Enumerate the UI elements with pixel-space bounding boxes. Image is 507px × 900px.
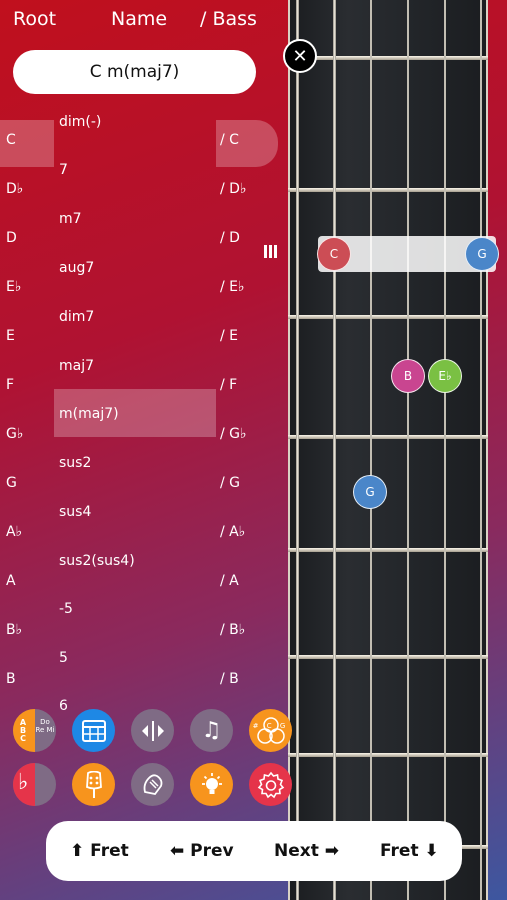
chord-name-item[interactable]: 7	[54, 162, 218, 178]
bass-item[interactable]: / D♭	[216, 181, 280, 197]
guitar-string	[333, 0, 336, 900]
bass-item[interactable]: / E	[216, 328, 280, 344]
chord-display-field[interactable]: C m(maj7)	[13, 50, 256, 94]
mirror-flip-button[interactable]	[131, 709, 174, 752]
root-column-header: Root	[13, 8, 57, 30]
root-item[interactable]: E♭	[0, 279, 56, 295]
next-button[interactable]: Next ➡	[274, 821, 339, 881]
abc-text: A B C	[19, 718, 27, 743]
bass-item[interactable]: / D	[216, 230, 280, 246]
fret-wire	[288, 753, 488, 757]
chord-name-item[interactable]: sus2	[54, 455, 218, 471]
prev-button[interactable]: ⬅ Prev	[170, 821, 234, 881]
circle-of-fifths-button[interactable]: # C G	[249, 709, 292, 752]
lightbulb-icon	[201, 772, 222, 794]
settings-button[interactable]	[249, 763, 292, 806]
root-item[interactable]: C	[0, 132, 56, 148]
chord-name-item[interactable]: dim(-)	[54, 114, 218, 130]
chord-name-item[interactable]: maj7	[54, 358, 218, 374]
guitar-string	[296, 0, 299, 900]
close-icon[interactable]: ✕	[283, 39, 317, 73]
flat-sharp-toggle-button[interactable]: ♭	[13, 763, 56, 806]
bass-item[interactable]: / B	[216, 671, 280, 687]
bass-column-header: / Bass	[200, 8, 257, 30]
sound-button[interactable]: ♫	[190, 709, 233, 752]
root-item[interactable]: F	[0, 377, 56, 393]
fret-note-dot[interactable]: G	[465, 237, 499, 271]
bass-item[interactable]: / F	[216, 377, 280, 393]
chord-name-item[interactable]: dim7	[54, 309, 218, 325]
bass-item[interactable]: / E♭	[216, 279, 280, 295]
bass-item[interactable]: / C	[216, 132, 280, 148]
bass-item[interactable]: / G	[216, 475, 280, 491]
chord-name-item[interactable]: m7	[54, 211, 218, 227]
chord-name-item[interactable]: 5	[54, 650, 218, 666]
fret-note-dot[interactable]: C	[317, 237, 351, 271]
guitar-headstock-icon	[85, 770, 102, 798]
fret-wire	[288, 435, 488, 439]
root-item[interactable]: B♭	[0, 622, 56, 638]
fretboard[interactable]	[288, 0, 488, 900]
circle-of-fifths-icon	[256, 716, 285, 744]
app: C G B E♭ G Root Name / Bass C m(maj7) ✕ …	[0, 0, 507, 900]
guitar-headstock-button[interactable]	[72, 763, 115, 806]
root-picker[interactable]: C D♭ D E♭ E F G♭ G A♭ A B♭ B	[0, 110, 56, 710]
tips-button[interactable]	[190, 763, 233, 806]
note-name-toggle-button[interactable]: A B C Do Re Mi	[13, 709, 56, 752]
do-re-mi-text: Do Re Mi	[35, 718, 55, 734]
fretboard-edge-right	[486, 0, 488, 900]
chord-name-picker[interactable]: dim(-) 7 m7 aug7 dim7 maj7 m(maj7) sus2 …	[54, 110, 218, 710]
chord-name-item[interactable]: -5	[54, 601, 218, 617]
fret-note-dot[interactable]: B	[391, 359, 425, 393]
fretboard-edge-left	[288, 0, 290, 900]
bass-picker[interactable]: / C / D♭ / D / E♭ / E / F / G♭ / G / A♭ …	[216, 110, 280, 710]
bass-item[interactable]: / B♭	[216, 622, 280, 638]
fret-note-dot[interactable]: G	[353, 475, 387, 509]
chord-name-item[interactable]: 6	[54, 698, 218, 710]
fret-wire	[288, 655, 488, 659]
guitar-string	[444, 0, 446, 900]
fret-wire	[288, 56, 488, 60]
chord-name-item[interactable]: m(maj7)	[54, 406, 218, 422]
bass-item[interactable]: / A	[216, 573, 280, 589]
table-icon	[81, 719, 106, 742]
hand-icon	[143, 773, 162, 795]
chord-name-item[interactable]: aug7	[54, 260, 218, 276]
root-item[interactable]: E	[0, 328, 56, 344]
root-item[interactable]: G	[0, 475, 56, 491]
fret-note-dot[interactable]: E♭	[428, 359, 462, 393]
root-item[interactable]: B	[0, 671, 56, 687]
music-note-icon: ♫	[201, 718, 222, 743]
left-hand-mode-button[interactable]	[131, 763, 174, 806]
fret-wire	[288, 315, 488, 319]
fret-navigation-bar: ⬆ Fret ⬅ Prev Next ➡ Fret ⬇	[46, 821, 462, 881]
circle-text: # C G	[252, 722, 289, 730]
fret-wire	[288, 548, 488, 552]
root-item[interactable]: G♭	[0, 426, 56, 442]
guitar-string	[407, 0, 409, 900]
root-item[interactable]: A	[0, 573, 56, 589]
guitar-string	[370, 0, 372, 900]
bass-item[interactable]: / G♭	[216, 426, 280, 442]
chord-name-item[interactable]: sus4	[54, 504, 218, 520]
name-column-header: Name	[111, 8, 168, 30]
root-item[interactable]: D	[0, 230, 56, 246]
chord-name-item[interactable]: sus2(sus4)	[54, 553, 218, 569]
root-item[interactable]: A♭	[0, 524, 56, 540]
flip-horizontal-icon	[141, 720, 164, 741]
fret-down-button[interactable]: Fret ⬇	[380, 821, 439, 881]
flat-icon: ♭	[18, 770, 29, 795]
bass-item[interactable]: / A♭	[216, 524, 280, 540]
root-item[interactable]: D♭	[0, 181, 56, 197]
gear-icon	[257, 771, 284, 798]
fret-up-button[interactable]: ⬆ Fret	[70, 821, 129, 881]
fret-wire	[288, 188, 488, 192]
table-view-button[interactable]	[72, 709, 115, 752]
guitar-string	[480, 0, 482, 900]
